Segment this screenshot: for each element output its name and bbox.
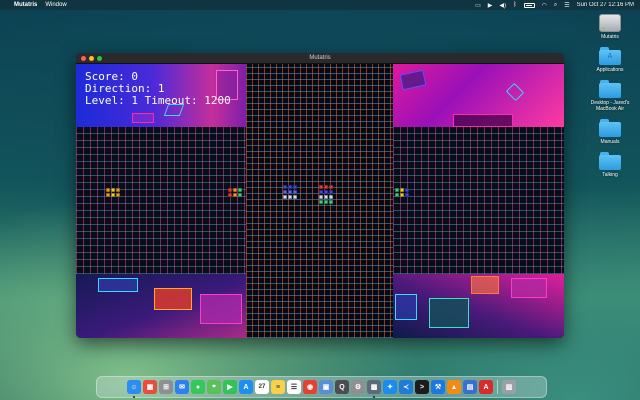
clock[interactable]: Sun Oct 27 12:16 PM: [577, 2, 634, 8]
dock-facetime-icon[interactable]: ▶: [223, 380, 237, 394]
desktop-item-mutatris-drive[interactable]: Mutatris: [584, 14, 636, 40]
play-icon[interactable]: ▶: [488, 2, 493, 9]
bluetooth-icon[interactable]: ᛒ: [513, 2, 517, 8]
menu-app-name[interactable]: Mutatris: [14, 2, 37, 8]
piece-side-right: [395, 188, 409, 197]
dock-chrome-icon[interactable]: ◉: [303, 380, 317, 394]
neon-panel-bottom-left: [76, 274, 246, 338]
folder-icon: [599, 80, 621, 98]
dock-reminders-icon[interactable]: ☰: [287, 380, 301, 394]
dock-messages-icon[interactable]: ●: [191, 380, 205, 394]
dock-quicktime-icon[interactable]: Q: [335, 380, 349, 394]
dock-calendar-icon[interactable]: 27: [255, 380, 269, 394]
level-timeout-text: Level: 1 Timeout: 1200: [85, 94, 231, 107]
dock-trash-icon[interactable]: ▥: [502, 380, 516, 394]
desktop-item-label: Applications: [596, 67, 624, 73]
window-title: Mutatris: [309, 55, 331, 61]
dock-editor-icon[interactable]: ▤: [463, 380, 477, 394]
neon-panel-bottom-right: [393, 274, 564, 338]
dock-mail-icon[interactable]: ✉: [175, 380, 189, 394]
grid-panel-left: [76, 127, 246, 274]
piece-side-left: [106, 188, 120, 197]
screen-icon[interactable]: ▭: [475, 2, 481, 9]
dock-vscode-icon[interactable]: ≺: [399, 380, 413, 394]
dock-vlc-icon[interactable]: ▲: [447, 380, 461, 394]
window-titlebar[interactable]: Mutatris: [76, 53, 564, 64]
status-area: ▭ ▶ ◀) ᛒ ◠ ⌕ ☰ Sun Oct 27 12:16 PM: [475, 2, 634, 9]
wifi-icon[interactable]: ◠: [542, 2, 547, 9]
desktop-item-manuals[interactable]: Manuals: [584, 119, 636, 145]
desktop-item-applications[interactable]: A Applications: [584, 47, 636, 73]
dock-mutatris-icon[interactable]: ▩: [367, 380, 381, 398]
desktop-item-desktop-folder[interactable]: Desktop - Jared's MacBook Air: [584, 80, 636, 112]
desktop-item-label: Talking: [602, 172, 618, 178]
running-indicator: [133, 396, 135, 398]
folder-icon: A: [599, 47, 621, 65]
dock-app-store-icon[interactable]: A: [239, 380, 253, 394]
menu-bar: Mutatris Window ▭ ▶ ◀) ᛒ ◠ ⌕ ☰ Sun Oct 2…: [0, 0, 640, 10]
dock-launcher-icon[interactable]: ⊞: [159, 380, 173, 394]
desktop-item-label: Mutatris: [601, 34, 619, 40]
piece-right: [319, 185, 333, 204]
dock-finder-icon[interactable]: ☺: [127, 380, 141, 398]
dock-acrobat-icon[interactable]: A: [479, 380, 493, 394]
search-icon[interactable]: ⌕: [554, 2, 557, 9]
desktop-item-label: Desktop - Jared's MacBook Air: [590, 100, 630, 112]
menu-item-window[interactable]: Window: [45, 2, 66, 8]
game-canvas[interactable]: Score: 0 Direction: 1 Level: 1 Timeout: …: [76, 64, 564, 338]
drive-icon: [599, 14, 621, 32]
control-center-icon[interactable]: ☰: [564, 2, 569, 9]
desktop-item-label: Manuals: [600, 139, 620, 145]
desktop-icons: Mutatris A Applications Desktop - Jared'…: [584, 14, 636, 185]
piece-side-left-2: [228, 188, 242, 197]
dock-notes-icon[interactable]: ≡: [271, 380, 285, 394]
desktop-item-talking[interactable]: Talking: [584, 152, 636, 178]
dock-safari-icon[interactable]: ✦: [383, 380, 397, 394]
folder-icon: [599, 152, 621, 170]
neon-panel-top-right: [393, 64, 564, 127]
piece-left: [283, 185, 297, 199]
game-hud: Score: 0 Direction: 1 Level: 1 Timeout: …: [85, 71, 231, 107]
game-window[interactable]: Mutatris Score: 0 Direction: 1 Level: 1 …: [76, 53, 564, 338]
dock-system-settings-icon[interactable]: ⚙: [351, 380, 365, 394]
volume-icon[interactable]: ◀): [499, 2, 506, 9]
dock-maps-icon[interactable]: ⌖: [207, 380, 221, 394]
folder-icon: [599, 119, 621, 137]
playfield[interactable]: [246, 64, 393, 338]
grid-panel-right: [393, 127, 564, 274]
battery-icon[interactable]: [523, 2, 535, 8]
dock: ☺ ▦ ⊞ ✉ ● ⌖ ▶ A 27 ≡ ☰ ◉ ▣ Q ⚙ ▩ ✦ ≺ > ⚒ ▲ ▤ A ▥: [96, 376, 547, 398]
dock-preview-icon[interactable]: ▣: [319, 380, 333, 394]
dock-separator: [497, 380, 498, 394]
dock-launchpad-icon[interactable]: ▦: [143, 380, 157, 394]
running-indicator: [373, 396, 375, 398]
dock-terminal-icon[interactable]: >: [415, 380, 429, 394]
dock-xcode-icon[interactable]: ⚒: [431, 380, 445, 394]
